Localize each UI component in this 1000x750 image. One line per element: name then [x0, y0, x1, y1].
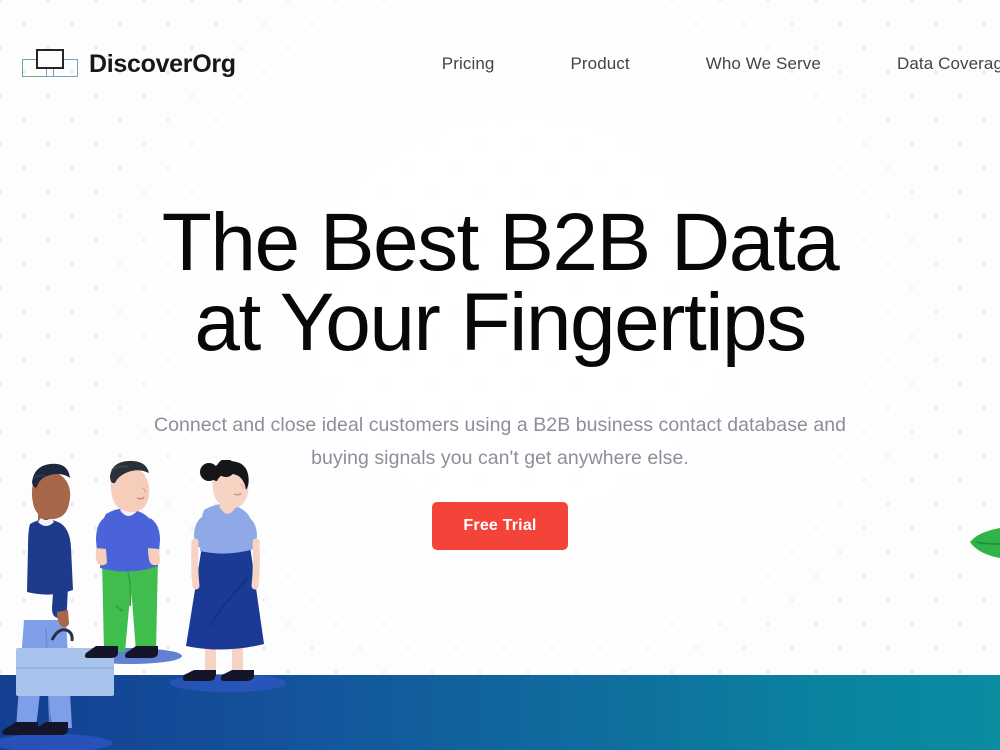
site-header: DiscoverOrg Pricing Product Who We Serve…: [0, 0, 1000, 128]
page-title: The Best B2B Data at Your Fingertips: [0, 202, 1000, 369]
free-trial-button[interactable]: Free Trial: [432, 502, 568, 550]
logo-rect-dark: [36, 49, 64, 69]
nav-item-pricing[interactable]: Pricing: [404, 54, 533, 74]
brand-logo-link[interactable]: DiscoverOrg: [22, 47, 236, 81]
nav-item-who-we-serve[interactable]: Who We Serve: [668, 54, 859, 74]
main-navigation: Pricing Product Who We Serve Data Covera…: [404, 54, 1000, 74]
landing-page: DiscoverOrg Pricing Product Who We Serve…: [0, 0, 1000, 750]
hero-subheading: Connect and close ideal customers using …: [150, 409, 850, 475]
nav-item-product[interactable]: Product: [532, 54, 667, 74]
subhead-line-1: Connect and close ideal customers using …: [153, 414, 722, 436]
nav-item-data-coverage[interactable]: Data Coverage: [859, 54, 1000, 74]
headline-line-2: at Your Fingertips: [194, 277, 807, 369]
discoverorg-logo-icon: [22, 47, 78, 81]
shadow-person-left: [0, 734, 112, 750]
brand-name: DiscoverOrg: [89, 49, 236, 78]
cta-container: Free Trial: [0, 502, 1000, 550]
headline-line-1: The Best B2B Data: [161, 197, 840, 288]
person-center-green-pants: [84, 460, 160, 658]
person-right-with-skirt: [182, 460, 264, 681]
